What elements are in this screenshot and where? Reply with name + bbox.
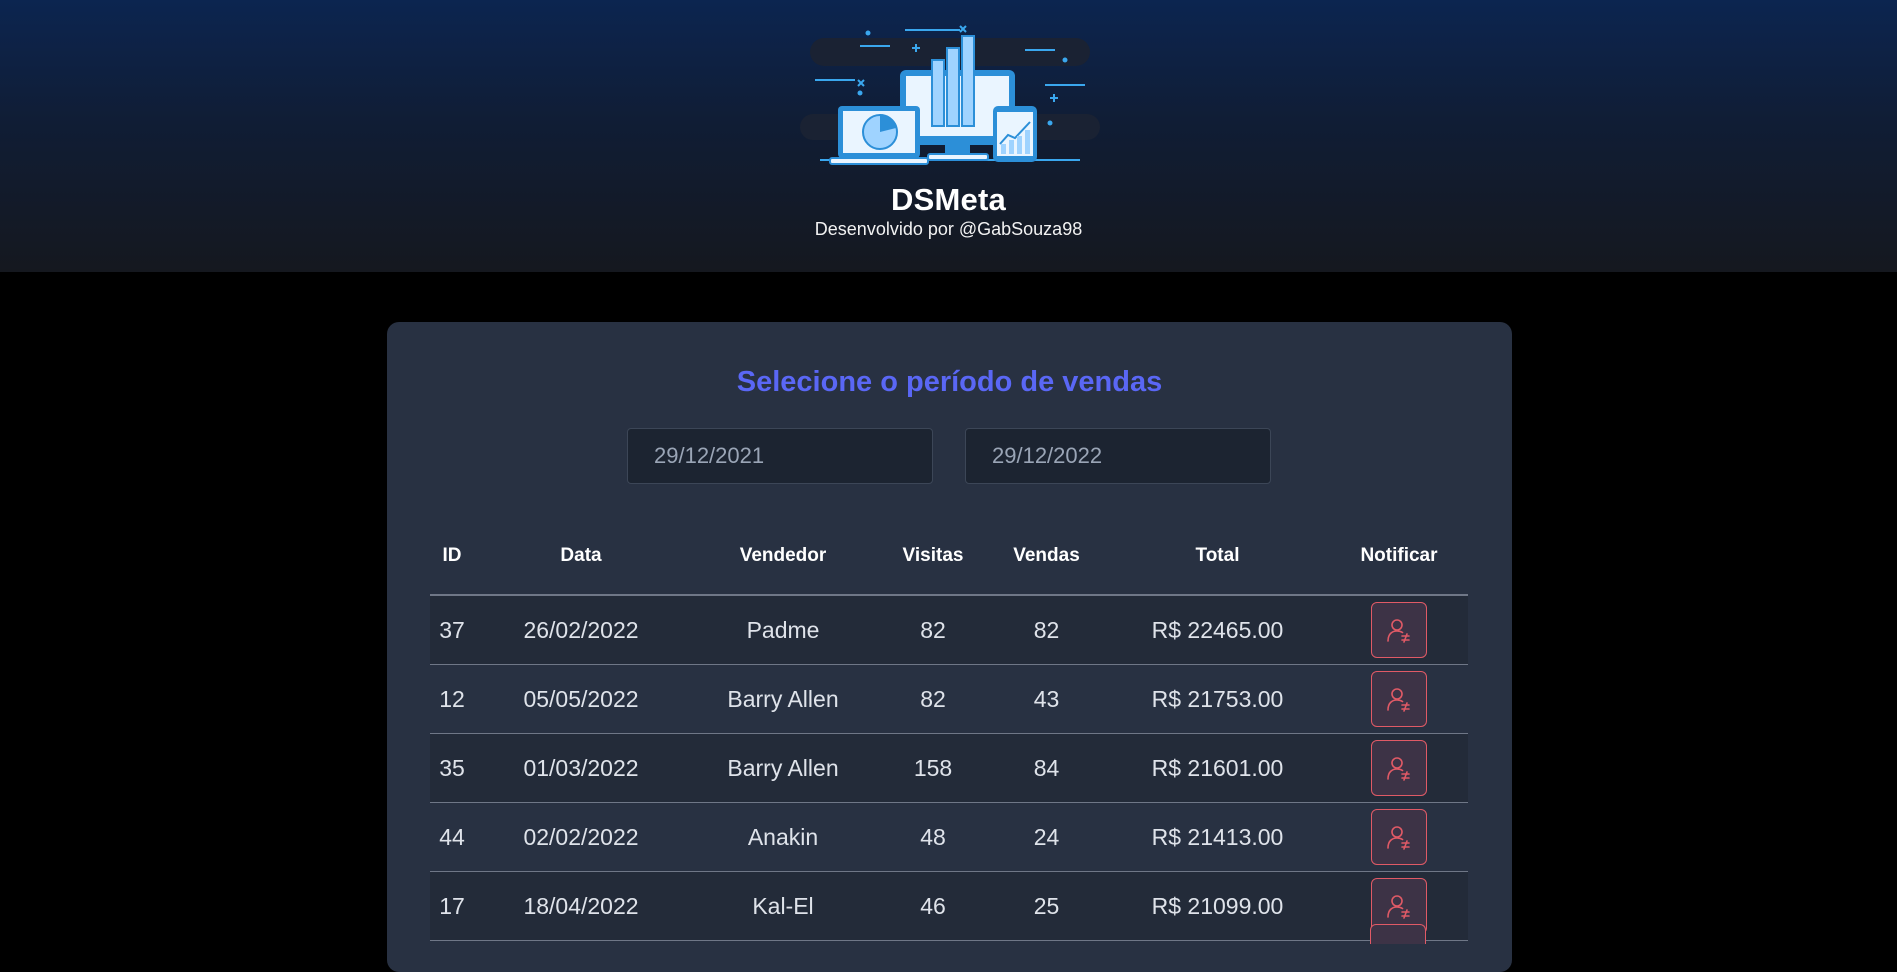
cell-date: 01/03/2022 [474, 733, 688, 803]
cell-total: R$ 21413.00 [1105, 802, 1330, 872]
notify-button-partial[interactable] [1370, 924, 1426, 944]
card-title: Selecione o período de vendas [736, 366, 1163, 398]
cell-seller: Anakin [688, 802, 878, 872]
cell-notify [1330, 802, 1468, 872]
cell-visits: 82 [878, 595, 988, 665]
notify-button[interactable] [1371, 809, 1427, 865]
cell-sales: 24 [988, 802, 1105, 872]
cell-id: 35 [430, 733, 474, 803]
col-header-notify: Notificar [1330, 518, 1468, 596]
col-header-total: Total [1105, 518, 1330, 596]
cell-date: 05/05/2022 [474, 664, 688, 734]
cell-date: 18/04/2022 [474, 871, 688, 941]
user-notify-icon [1387, 895, 1410, 919]
sales-table: ID Data Vendedor Visitas Vendas Total No… [430, 518, 1468, 941]
table-row: 35 01/03/2022 Barry Allen 158 84 R$ 2160… [430, 733, 1468, 803]
table-header-row: ID Data Vendedor Visitas Vendas Total No… [430, 518, 1468, 596]
table-row: 17 18/04/2022 Kal-El 46 25 R$ 21099.00 [430, 871, 1468, 941]
user-notify-icon [1387, 688, 1410, 712]
min-date-input[interactable] [627, 428, 933, 484]
cell-id: 17 [430, 871, 474, 941]
table-row: 37 26/02/2022 Padme 82 82 R$ 22465.00 [430, 595, 1468, 665]
cell-sales: 43 [988, 664, 1105, 734]
cell-date: 26/02/2022 [474, 595, 688, 665]
cell-visits: 48 [878, 802, 988, 872]
col-header-seller: Vendedor [688, 518, 878, 596]
header: DSMeta Desenvolvido por @GabSouza98 [0, 0, 1897, 272]
col-header-visits: Visitas [878, 518, 988, 596]
cell-id: 37 [430, 595, 474, 665]
cell-notify [1330, 595, 1468, 665]
cell-date: 02/02/2022 [474, 802, 688, 872]
notify-button[interactable] [1371, 602, 1427, 658]
cell-sales: 82 [988, 595, 1105, 665]
cell-total: R$ 21753.00 [1105, 664, 1330, 734]
cell-notify [1330, 733, 1468, 803]
max-date-input[interactable] [965, 428, 1271, 484]
app-subtitle: Desenvolvido por @GabSouza98 [814, 219, 1083, 239]
col-header-sales: Vendas [988, 518, 1105, 596]
user-notify-icon [1387, 619, 1410, 643]
cell-visits: 46 [878, 871, 988, 941]
cell-notify [1330, 664, 1468, 734]
col-header-id: ID [430, 518, 474, 596]
cell-sales: 84 [988, 733, 1105, 803]
user-notify-icon [1387, 826, 1410, 850]
table-row: 44 02/02/2022 Anakin 48 24 R$ 21413.00 [430, 802, 1468, 872]
cell-total: R$ 21099.00 [1105, 871, 1330, 941]
user-notify-icon [1387, 757, 1410, 781]
app-title: DSMeta [891, 182, 1006, 217]
sales-card: Selecione o período de vendas ID Data Ve… [387, 322, 1512, 972]
cell-seller: Barry Allen [688, 664, 878, 734]
cell-total: R$ 22465.00 [1105, 595, 1330, 665]
cell-seller: Kal-El [688, 871, 878, 941]
cell-total: R$ 21601.00 [1105, 733, 1330, 803]
notify-button[interactable] [1371, 740, 1427, 796]
cell-seller: Barry Allen [688, 733, 878, 803]
cell-sales: 25 [988, 871, 1105, 941]
cell-seller: Padme [688, 595, 878, 665]
notify-button[interactable] [1371, 671, 1427, 727]
cell-id: 44 [430, 802, 474, 872]
col-header-date: Data [474, 518, 688, 596]
table-row: 12 05/05/2022 Barry Allen 82 43 R$ 21753… [430, 664, 1468, 734]
cell-visits: 158 [878, 733, 988, 803]
cell-id: 12 [430, 664, 474, 734]
dashboard-logo-icon [800, 25, 1100, 165]
cell-visits: 82 [878, 664, 988, 734]
